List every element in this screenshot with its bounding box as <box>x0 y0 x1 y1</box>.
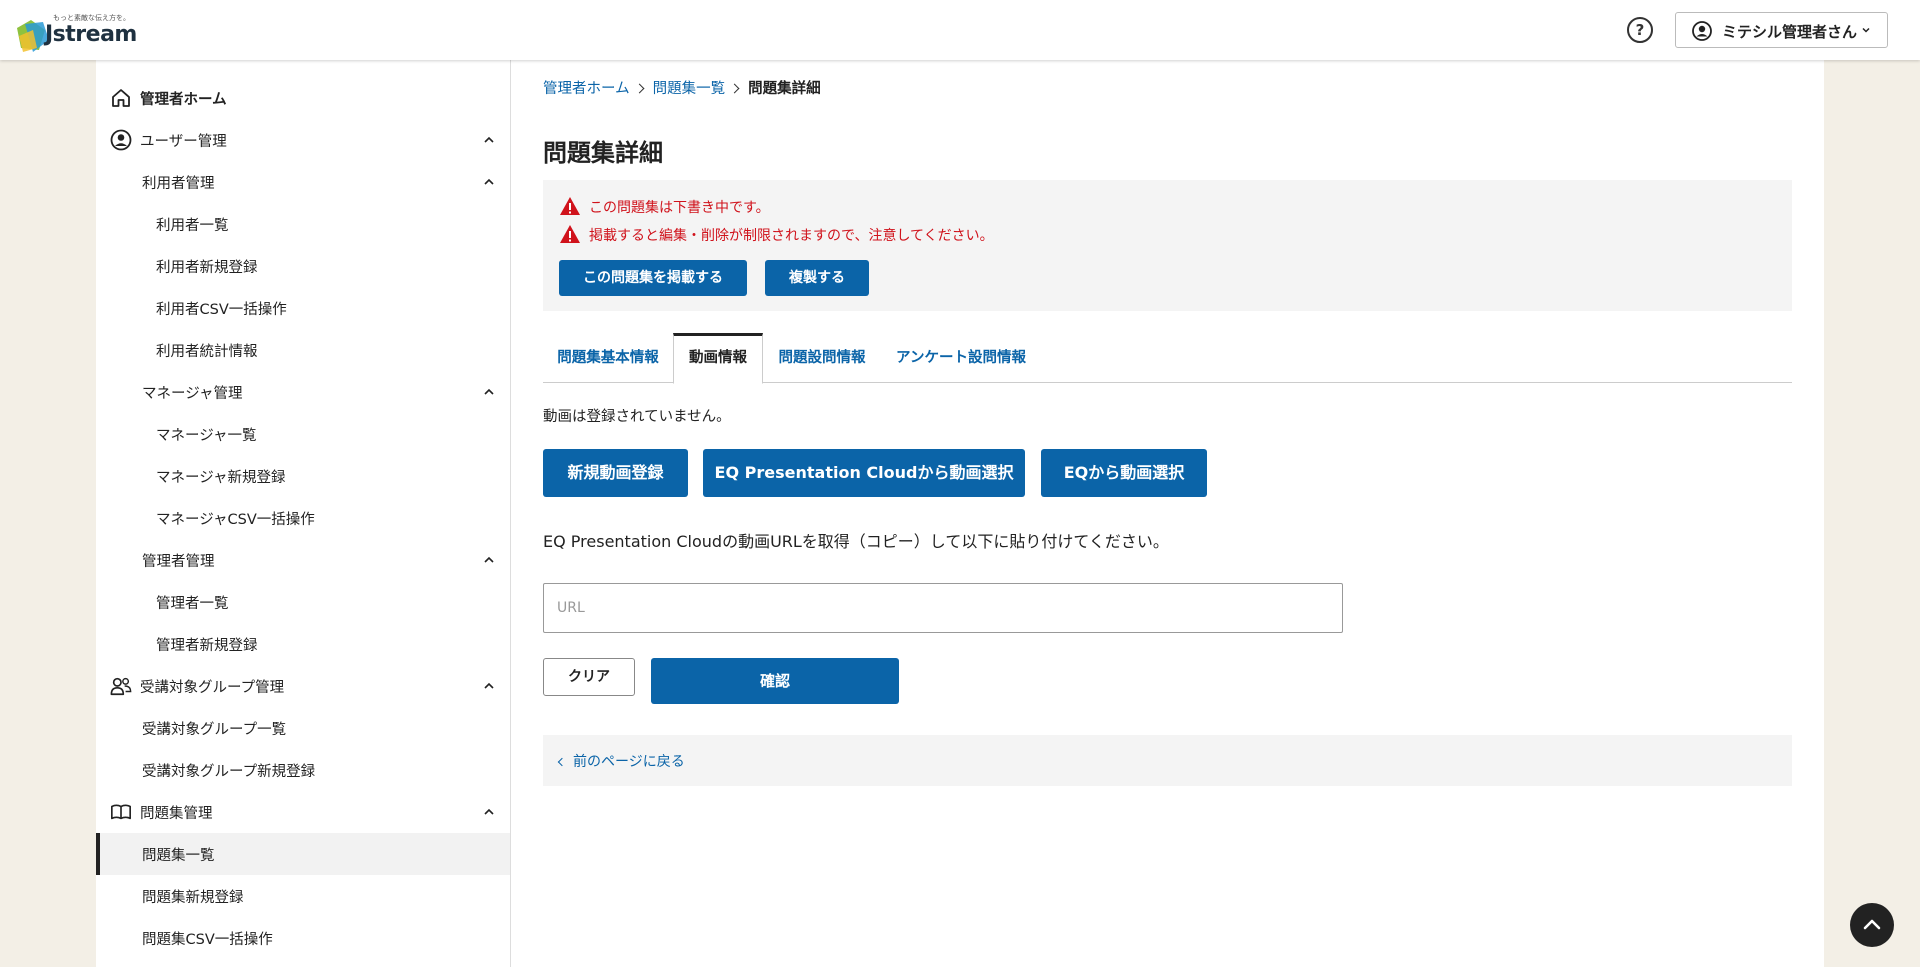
chevron-down-icon <box>1862 27 1870 33</box>
users-icon <box>110 677 132 696</box>
warning-icon <box>560 197 580 215</box>
sidebar-item-manager-list[interactable]: マネージャ一覧 <box>96 413 510 455</box>
back-bar: 前のページに戻る <box>543 735 1792 786</box>
scroll-to-top-button[interactable] <box>1850 903 1894 947</box>
sidebar-item-label: 利用者統計情報 <box>156 344 258 360</box>
jstream-logo[interactable]: もっと素敵な伝え方を。 Jstream <box>15 8 137 54</box>
sidebar-item-label: 問題集CSV一括操作 <box>142 932 273 948</box>
sidebar-item-user-sub[interactable]: 利用者管理 <box>96 161 510 203</box>
sidebar-item-label: 問題集管理 <box>140 806 213 822</box>
sidebar-item-user-new[interactable]: 利用者新規登録 <box>96 245 510 287</box>
chevron-up-icon <box>484 556 494 563</box>
sidebar-item-label: 管理者新規登録 <box>156 638 258 654</box>
duplicate-button[interactable]: 複製する <box>765 260 869 296</box>
sidebar-item-label: 利用者一覧 <box>156 218 229 234</box>
sidebar-item-label: 利用者管理 <box>142 176 215 192</box>
sidebar-item-manager-csv[interactable]: マネージャCSV一括操作 <box>96 497 510 539</box>
select-from-eqpc-button[interactable]: EQ Presentation Cloudから動画選択 <box>703 449 1025 497</box>
sidebar-item-admin-sub[interactable]: 管理者管理 <box>96 539 510 581</box>
sidebar-item-manager-new[interactable]: マネージャ新規登録 <box>96 455 510 497</box>
sidebar-item-user-management[interactable]: ユーザー管理 <box>96 119 510 161</box>
tab-basic-info[interactable]: 問題集基本情報 <box>543 333 673 383</box>
breadcrumb: 管理者ホーム 問題集一覧 問題集詳細 <box>543 77 821 98</box>
chevron-up-icon <box>1863 919 1881 930</box>
url-instruction: EQ Presentation Cloudの動画URLを取得（コピー）して以下に… <box>543 532 1169 551</box>
user-circle-icon <box>110 129 132 151</box>
chevron-up-icon <box>484 388 494 395</box>
draft-alert-box: この問題集は下書き中です。 掲載すると編集・削除が制限されますので、注意してくだ… <box>543 180 1792 311</box>
chevron-right-icon <box>634 83 645 94</box>
sidebar-item-label: マネージャ一覧 <box>156 428 257 444</box>
breadcrumb-list-link[interactable]: 問題集一覧 <box>653 77 726 98</box>
sidebar-item-quiz-management[interactable]: 問題集管理 <box>96 791 510 833</box>
sidebar-item-label: ユーザー管理 <box>140 134 227 150</box>
chevron-up-icon <box>484 136 494 143</box>
book-icon <box>111 804 131 820</box>
back-link[interactable]: 前のページに戻る <box>557 751 685 771</box>
chevron-up-icon <box>484 178 494 185</box>
user-avatar-icon <box>1692 21 1712 41</box>
clear-button[interactable]: クリア <box>543 658 635 696</box>
sidebar-item-group-management[interactable]: 受講対象グループ管理 <box>96 665 510 707</box>
breadcrumb-current: 問題集詳細 <box>748 81 821 97</box>
chevron-left-icon <box>557 757 567 767</box>
sidebar-item-label: 受講対象グループ管理 <box>140 680 285 696</box>
sidebar-item-label: 管理者一覧 <box>156 596 229 612</box>
sidebar-item-quiz-new[interactable]: 問題集新規登録 <box>96 875 510 917</box>
page-title: 問題集詳細 <box>543 139 663 167</box>
chevron-up-icon <box>484 808 494 815</box>
user-menu-button[interactable]: ミテシル管理者さん <box>1675 12 1888 48</box>
publish-button[interactable]: この問題集を掲載する <box>559 260 747 296</box>
alert-line-caution: 掲載すると編集・削除が制限されますので、注意してください。 <box>559 224 994 245</box>
sidebar-item-label: 利用者新規登録 <box>156 260 258 276</box>
alert-text: 掲載すると編集・削除が制限されますので、注意してください。 <box>589 228 994 244</box>
tab-survey-info[interactable]: アンケート設問情報 <box>881 333 1041 383</box>
sidebar-item-label: 問題集一覧 <box>142 848 215 864</box>
confirm-button[interactable]: 確認 <box>651 658 899 704</box>
url-input[interactable] <box>543 583 1343 633</box>
sidebar-item-label: マネージャ管理 <box>142 386 243 402</box>
sidebar-item-label: マネージャCSV一括操作 <box>156 512 315 528</box>
sidebar-item-label: 利用者CSV一括操作 <box>156 302 287 318</box>
sidebar-item-admin-new[interactable]: 管理者新規登録 <box>96 623 510 665</box>
sidebar-item-quiz-csv[interactable]: 問題集CSV一括操作 <box>96 917 510 959</box>
sidebar-item-label: 管理者管理 <box>142 554 215 570</box>
sidebar-item-label: 管理者ホーム <box>140 92 227 108</box>
sidebar-item-label: 問題集新規登録 <box>142 890 244 906</box>
main-content: 管理者ホーム 問題集一覧 問題集詳細 問題集詳細 この問題集は下書き中です。 掲載す… <box>511 60 1824 967</box>
help-icon[interactable]: ? <box>1627 17 1653 43</box>
top-header: もっと素敵な伝え方を。 Jstream ? ミテシル管理者さん <box>0 0 1920 60</box>
sidebar: 管理者ホーム ユーザー管理 利用者管理 利用者一覧 利用者新規登録 利用者CSV… <box>96 60 511 967</box>
sidebar-item-label: 受講対象グループ新規登録 <box>142 764 316 780</box>
sidebar-item-user-list[interactable]: 利用者一覧 <box>96 203 510 245</box>
sidebar-item-label: 受講対象グループ一覧 <box>142 722 287 738</box>
back-link-label: 前のページに戻る <box>573 754 685 770</box>
sidebar-item-user-stats[interactable]: 利用者統計情報 <box>96 329 510 371</box>
breadcrumb-home-link[interactable]: 管理者ホーム <box>543 77 630 98</box>
tab-video-info[interactable]: 動画情報 <box>673 333 763 384</box>
sidebar-item-admin-list[interactable]: 管理者一覧 <box>96 581 510 623</box>
home-icon <box>112 89 130 107</box>
sidebar-item-user-csv[interactable]: 利用者CSV一括操作 <box>96 287 510 329</box>
tab-question-info[interactable]: 問題設問情報 <box>763 333 881 383</box>
sidebar-item-label: マネージャ新規登録 <box>156 470 286 486</box>
logo-text: Jstream <box>45 22 137 47</box>
alert-line-draft: この問題集は下書き中です。 <box>559 196 770 217</box>
no-video-message: 動画は登録されていません。 <box>543 409 731 425</box>
sidebar-item-home[interactable]: 管理者ホーム <box>96 77 510 119</box>
select-from-eq-button[interactable]: EQから動画選択 <box>1041 449 1207 497</box>
alert-text: この問題集は下書き中です。 <box>589 200 770 216</box>
sidebar-item-quiz-list[interactable]: 問題集一覧 <box>96 833 510 875</box>
sidebar-item-manager-sub[interactable]: マネージャ管理 <box>96 371 510 413</box>
new-video-button[interactable]: 新規動画登録 <box>543 449 688 497</box>
sidebar-item-group-list[interactable]: 受講対象グループ一覧 <box>96 707 510 749</box>
warning-icon <box>560 225 580 243</box>
user-name: ミテシル管理者さん <box>1722 23 1858 41</box>
chevron-right-icon <box>729 83 740 94</box>
tab-bar: 問題集基本情報 動画情報 問題設問情報 アンケート設問情報 <box>543 333 1792 384</box>
chevron-up-icon <box>484 682 494 689</box>
sidebar-item-group-new[interactable]: 受講対象グループ新規登録 <box>96 749 510 791</box>
